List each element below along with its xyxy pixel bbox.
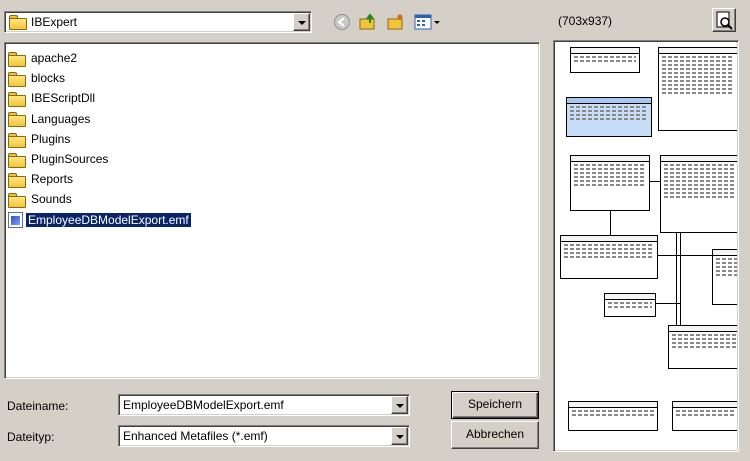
location-value: IBExpert xyxy=(31,15,78,29)
file-list[interactable]: apache2 blocks IBEScriptDll Languages Plugin… xyxy=(4,42,540,379)
filetype-dropdown-button[interactable] xyxy=(391,427,408,445)
diagram-table xyxy=(560,235,658,279)
diagram-preview xyxy=(554,41,737,449)
diagram-table xyxy=(672,401,737,431)
folder-list-item[interactable]: apache2 xyxy=(8,49,79,67)
folder-list-item[interactable]: IBEScriptDll xyxy=(8,89,97,108)
cancel-button[interactable]: Abbrechen xyxy=(451,421,539,449)
emf-file-icon xyxy=(8,212,23,229)
diagram-table xyxy=(568,401,658,431)
filetype-label: Dateityp: xyxy=(7,430,55,444)
preview-magnifier-icon[interactable] xyxy=(712,8,736,32)
folder-icon xyxy=(8,152,26,168)
filename-combo[interactable]: EmployeeDBModelExport.emf xyxy=(118,394,410,416)
folder-list-item[interactable]: blocks xyxy=(8,69,67,88)
list-item-label: Sounds xyxy=(31,192,72,207)
folder-icon xyxy=(8,92,26,108)
folder-list-item[interactable]: Sounds xyxy=(8,190,74,209)
diagram-table xyxy=(570,47,640,73)
folder-icon xyxy=(8,72,26,88)
folder-icon xyxy=(9,15,27,30)
diagram-table xyxy=(660,155,737,233)
diagram-table xyxy=(570,155,650,211)
list-item-label: blocks xyxy=(31,71,66,86)
diagram-relation xyxy=(610,211,611,235)
location-combo[interactable]: IBExpert xyxy=(4,11,312,33)
filetype-combo[interactable]: Enhanced Metafiles (*.emf) xyxy=(118,425,410,447)
save-button[interactable]: Speichern xyxy=(451,391,539,419)
diagram-table-selected xyxy=(566,97,652,137)
view-menu-icon[interactable] xyxy=(414,13,442,31)
folder-list-item[interactable]: Plugins xyxy=(8,130,72,148)
list-item-label: IBEScriptDll xyxy=(31,91,96,106)
folder-list-item[interactable]: Reports xyxy=(8,170,75,189)
list-item-label: EmployeeDBModelExport.emf xyxy=(25,211,192,228)
folder-icon xyxy=(8,51,26,67)
diagram-table xyxy=(668,325,737,369)
diagram-relation xyxy=(676,233,677,325)
location-dropdown-button[interactable] xyxy=(293,13,310,31)
folder-icon xyxy=(8,193,26,209)
diagram-relation xyxy=(658,255,712,256)
folder-icon xyxy=(8,112,26,128)
filetype-select[interactable]: Enhanced Metafiles (*.emf) xyxy=(123,429,268,443)
folder-icon xyxy=(8,173,26,189)
folder-icon xyxy=(8,132,26,148)
back-arrow-icon[interactable] xyxy=(332,13,352,31)
list-item-label: PluginSources xyxy=(31,152,109,166)
diagram-table xyxy=(712,249,737,305)
folder-list-item[interactable]: PluginSources xyxy=(8,150,110,168)
filename-dropdown-button[interactable] xyxy=(391,396,408,414)
list-item-label: apache2 xyxy=(31,51,78,65)
new-folder-icon[interactable] xyxy=(386,13,406,31)
diagram-table xyxy=(658,47,737,131)
preview-pane xyxy=(553,40,739,452)
list-item-label: Reports xyxy=(31,172,74,187)
diagram-relation xyxy=(650,181,660,182)
filename-input[interactable]: EmployeeDBModelExport.emf xyxy=(123,398,284,412)
up-folder-icon[interactable] xyxy=(358,13,378,31)
file-list-item[interactable]: EmployeeDBModelExport.emf xyxy=(8,211,192,229)
preview-dimensions: (703x937) xyxy=(558,14,613,28)
filename-label: Dateiname: xyxy=(7,399,69,413)
folder-list-item[interactable]: Languages xyxy=(8,110,92,128)
diagram-table xyxy=(604,293,656,317)
list-item-label: Languages xyxy=(31,111,91,126)
diagram-relation xyxy=(680,233,681,325)
list-item-label: Plugins xyxy=(31,131,71,146)
